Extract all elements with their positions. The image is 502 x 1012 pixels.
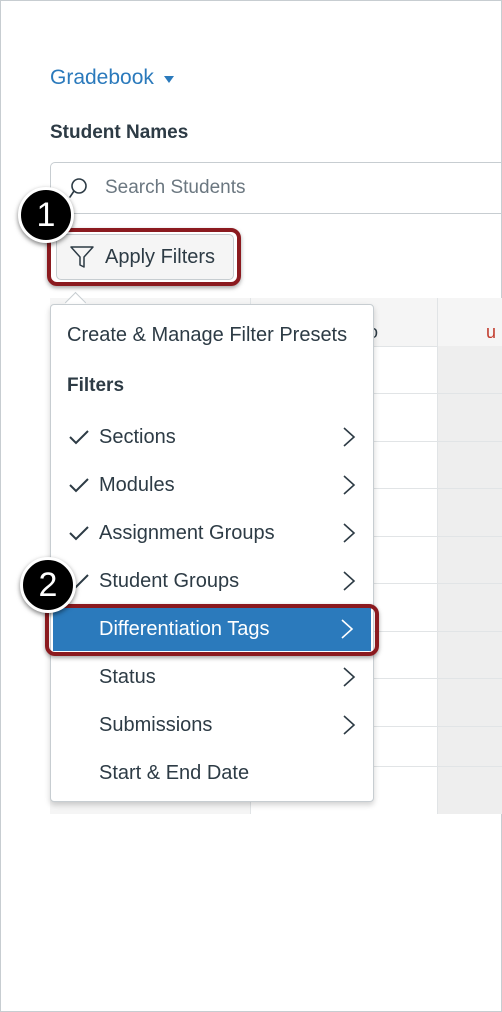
caret-down-icon <box>163 76 174 83</box>
menu-item-label: Differentiation Tags <box>99 617 270 640</box>
menu-item-sections[interactable]: Sections <box>51 413 373 461</box>
chevron-right-icon <box>341 619 354 639</box>
menu-item-label: Modules <box>99 473 175 496</box>
step-1-badge: 1 <box>18 187 74 243</box>
menu-group-label: Filters <box>67 375 125 396</box>
chevron-right-icon <box>343 427 356 447</box>
menu-item-label: Start & End Date <box>99 761 250 784</box>
chevron-right-icon <box>343 667 356 687</box>
menu-item-assignment-groups[interactable]: Assignment Groups <box>51 509 373 557</box>
search-icon <box>69 178 87 198</box>
menu-item-label: Status <box>99 665 156 688</box>
search-input[interactable] <box>103 176 437 200</box>
chevron-right-icon <box>343 715 356 735</box>
filter-icon <box>70 246 94 268</box>
menu-item-label: Student Groups <box>99 569 240 592</box>
menu-item-label: Assignment Groups <box>99 521 275 544</box>
check-icon <box>69 430 89 445</box>
menu-item-filter-presets[interactable]: Create & Manage Filter Presets <box>51 311 373 359</box>
menu-item-label: Submissions <box>99 713 213 736</box>
chevron-right-icon <box>343 571 356 591</box>
menu-item-modules[interactable]: Modules <box>51 461 373 509</box>
chevron-right-icon <box>343 475 356 495</box>
step-2-badge: 2 <box>20 557 76 613</box>
student-names-heading: Student Names <box>50 122 189 143</box>
chevron-right-icon <box>343 523 356 543</box>
grid-shaded-column <box>438 346 502 814</box>
filters-menu: Create & Manage Filter Presets Filters S… <box>50 304 374 802</box>
apply-filters-button[interactable]: Apply Filters <box>56 234 234 280</box>
menu-item-status[interactable]: Status <box>51 653 373 701</box>
search-box[interactable] <box>50 162 502 214</box>
gradebook-menu-label: Gradebook <box>50 66 154 89</box>
menu-item-differentiation-tags[interactable]: Differentiation Tags <box>53 607 371 651</box>
grid-divider <box>437 298 438 814</box>
grid-header-text-red: u <box>486 322 497 342</box>
gradebook-menu[interactable]: Gradebook <box>50 66 174 90</box>
menu-item-submissions[interactable]: Submissions <box>51 701 373 749</box>
menu-item-start-end-date[interactable]: Start & End Date <box>51 749 373 797</box>
menu-item-student-groups[interactable]: Student Groups <box>51 557 373 605</box>
check-icon <box>69 478 89 493</box>
menu-item-label: Create & Manage Filter Presets <box>67 323 348 346</box>
apply-filters-label: Apply Filters <box>105 245 216 268</box>
menu-item-label: Sections <box>99 425 176 448</box>
check-icon <box>69 526 89 541</box>
